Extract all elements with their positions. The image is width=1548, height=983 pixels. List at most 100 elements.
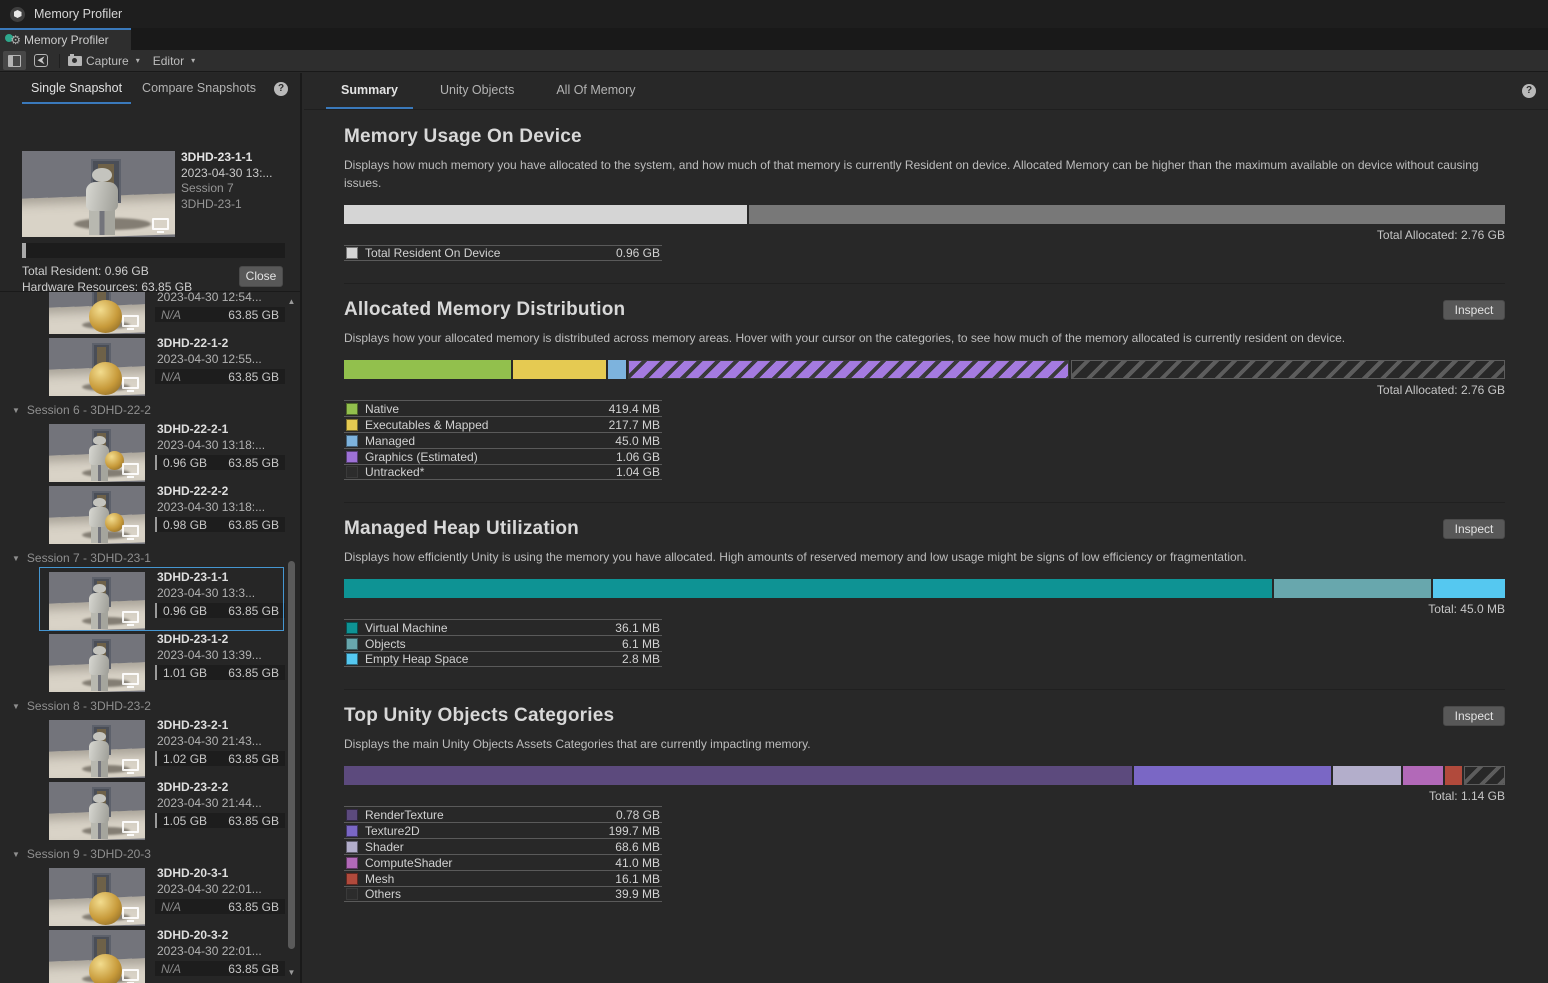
import-snapshot-button[interactable]: ⮜	[29, 51, 53, 70]
snapshot-list-item[interactable]: 3DHD-22-2-12023-04-30 13:18:...0.96 GB63…	[0, 422, 300, 484]
bar-segment[interactable]	[513, 360, 606, 379]
snapshot-thumbnail	[22, 151, 175, 237]
legend-row[interactable]: Texture2D199.7 MB	[344, 822, 662, 838]
bar-segment[interactable]	[344, 766, 1132, 785]
tab-all-of-memory[interactable]: All Of Memory	[541, 73, 650, 109]
tab-memory-profiler[interactable]: ⚙ Memory Profiler	[0, 28, 131, 50]
snapshot-date: 2023-04-30 13:...	[181, 166, 272, 182]
snapshot-thumbnail	[49, 782, 145, 840]
snapshot-date: 2023-04-30 13:18:...	[157, 438, 265, 452]
bar-segment[interactable]	[1433, 579, 1505, 598]
collapse-icon[interactable]: ▼	[12, 850, 20, 859]
legend-row[interactable]: ComputeShader41.0 MB	[344, 854, 662, 870]
legend-row[interactable]: Total Resident On Device0.96 GB	[344, 245, 662, 261]
bar-segment[interactable]	[749, 205, 1505, 224]
snapshot-list-item[interactable]: 3DHD-23-1-12023-04-30 13:3...0.96 GB63.8…	[0, 570, 300, 632]
scroll-up-icon[interactable]: ▲	[285, 297, 298, 306]
snapshot-list-item[interactable]: 3DHD-23-2-22023-04-30 21:44...1.05 GB63.…	[0, 780, 300, 842]
inspect-button[interactable]: Inspect	[1443, 519, 1505, 539]
bar-segment[interactable]	[1274, 579, 1431, 598]
sidebar-scrollbar[interactable]: ▲ ▼	[285, 291, 298, 983]
close-button[interactable]: Close	[239, 266, 283, 287]
snapshot-memory-chip: N/A 63.85 GB	[155, 307, 285, 322]
legend-row[interactable]: Executables & Mapped217.7 MB	[344, 416, 662, 432]
allocated-distribution-bar[interactable]	[344, 360, 1505, 379]
snapshot-thumbnail	[49, 486, 145, 544]
collapse-icon[interactable]: ▼	[12, 554, 20, 563]
managed-heap-bar[interactable]	[344, 579, 1505, 598]
session-header[interactable]: ▼Session 8 - 3DHD-23-2	[0, 694, 300, 718]
editor-dropdown[interactable]: Editor ▾	[148, 51, 200, 70]
legend-swatch-icon	[346, 622, 358, 634]
legend-row[interactable]: Native419.4 MB	[344, 400, 662, 416]
collapse-icon[interactable]: ▼	[12, 702, 20, 711]
bar-segment[interactable]	[344, 360, 511, 379]
monitor-icon	[122, 969, 139, 981]
bar-segment[interactable]	[344, 205, 747, 224]
tab-single-snapshot[interactable]: Single Snapshot	[22, 73, 131, 104]
tab-label: Memory Profiler	[24, 33, 109, 47]
bar-segment[interactable]	[1333, 766, 1401, 785]
snapshot-list-item[interactable]: 2023-04-30 12:54...N/A63.85 GB	[0, 291, 300, 336]
inspect-button[interactable]: Inspect	[1443, 300, 1505, 320]
help-icon[interactable]: ?	[1522, 84, 1536, 98]
bar-segment[interactable]	[1445, 766, 1461, 785]
bar-segment[interactable]	[1071, 360, 1505, 379]
snapshot-name: 3DHD-22-2-2	[157, 484, 228, 498]
tab-summary[interactable]: Summary	[326, 73, 413, 109]
bar-segment[interactable]	[1134, 766, 1331, 785]
snapshot-name: 3DHD-20-3-1	[157, 866, 228, 880]
toolbar-separator	[59, 54, 60, 68]
summary-content: Memory Usage On Device Inspect Displays …	[304, 110, 1548, 902]
scroll-down-icon[interactable]: ▼	[285, 968, 298, 977]
legend-row[interactable]: Untracked*1.04 GB	[344, 464, 662, 480]
snapshot-list-item[interactable]: 3DHD-20-3-22023-04-30 22:01...N/A63.85 G…	[0, 928, 300, 983]
collapse-icon[interactable]: ▼	[12, 406, 20, 415]
section-managed-heap-utilization: Managed Heap Utilization Inspect Display…	[344, 502, 1505, 667]
legend-row[interactable]: RenderTexture0.78 GB	[344, 806, 662, 822]
session-header[interactable]: ▼Session 9 - 3DHD-20-3	[0, 842, 300, 866]
legend-row[interactable]: Virtual Machine36.1 MB	[344, 619, 662, 635]
legend-label: Shader	[365, 840, 615, 854]
section-description: Displays how much memory you have alloca…	[344, 156, 1505, 192]
session-header[interactable]: ▼Session 6 - 3DHD-22-2	[0, 398, 300, 422]
legend-row[interactable]: Others39.9 MB	[344, 886, 662, 902]
tab-unity-objects[interactable]: Unity Objects	[425, 73, 529, 109]
legend-row[interactable]: Shader68.6 MB	[344, 838, 662, 854]
legend-row[interactable]: Managed45.0 MB	[344, 432, 662, 448]
snapshot-date: 2023-04-30 21:44...	[157, 796, 262, 810]
inspect-button[interactable]: Inspect	[1443, 706, 1505, 726]
capture-button[interactable]: Capture ▾	[63, 51, 145, 70]
bar-segment[interactable]	[1403, 766, 1443, 785]
bar-segment[interactable]	[628, 360, 1069, 379]
snapshot-list-item[interactable]: 3DHD-20-3-12023-04-30 22:01...N/A63.85 G…	[0, 866, 300, 928]
legend-row[interactable]: Mesh16.1 MB	[344, 870, 662, 886]
bar-segment[interactable]	[344, 579, 1272, 598]
resident-value: 0.98 GB	[163, 518, 207, 532]
legend-value: 0.78 GB	[616, 808, 660, 822]
total-value: 63.85 GB	[228, 308, 279, 322]
snapshot-list-item[interactable]: 3DHD-22-2-22023-04-30 13:18:...0.98 GB63…	[0, 484, 300, 546]
snapshot-list-item[interactable]: 3DHD-23-1-22023-04-30 13:39...1.01 GB63.…	[0, 632, 300, 694]
camera-icon	[68, 56, 82, 66]
monitor-icon	[152, 218, 169, 230]
scrollbar-thumb[interactable]	[288, 561, 295, 949]
legend-row[interactable]: Empty Heap Space2.8 MB	[344, 651, 662, 667]
toggle-detail-panel-button[interactable]	[3, 51, 26, 70]
snapshot-list-item[interactable]: 3DHD-22-1-22023-04-30 12:55...N/A63.85 G…	[0, 336, 300, 398]
help-icon[interactable]: ?	[274, 82, 288, 96]
legend-swatch-icon	[346, 466, 358, 478]
legend-row[interactable]: Objects6.1 MB	[344, 635, 662, 651]
section-title: Memory Usage On Device	[344, 126, 582, 148]
bar-segment[interactable]	[1464, 766, 1505, 785]
snapshot-list-item[interactable]: 3DHD-23-2-12023-04-30 21:43...1.02 GB63.…	[0, 718, 300, 780]
top-unity-objects-bar[interactable]	[344, 766, 1505, 785]
memory-usage-bar[interactable]	[344, 205, 1505, 224]
session-header[interactable]: ▼Session 7 - 3DHD-23-1	[0, 546, 300, 570]
snapshot-memory-chip: N/A63.85 GB	[155, 961, 285, 976]
bar-segment[interactable]	[608, 360, 627, 379]
resident-value: N/A	[161, 308, 181, 322]
legend-label: Others	[365, 887, 615, 901]
legend-row[interactable]: Graphics (Estimated)1.06 GB	[344, 448, 662, 464]
tab-compare-snapshots[interactable]: Compare Snapshots	[133, 73, 265, 104]
